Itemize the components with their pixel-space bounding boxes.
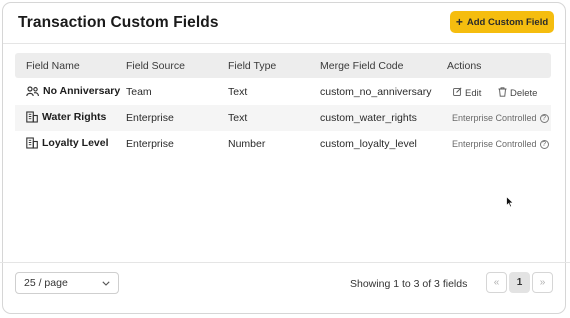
page-1-button[interactable]: 1 xyxy=(509,272,530,293)
card-header: Transaction Custom Fields + Add Custom F… xyxy=(3,3,565,44)
column-header-actions: Actions xyxy=(447,60,482,72)
edit-button[interactable]: Edit xyxy=(453,87,481,99)
add-custom-field-button[interactable]: + Add Custom Field xyxy=(450,11,554,33)
field-source: Team xyxy=(126,86,152,98)
page-title: Transaction Custom Fields xyxy=(18,14,219,31)
page-size-select[interactable]: 25 / page xyxy=(15,272,119,294)
help-icon[interactable]: ? xyxy=(539,139,549,149)
enterprise-controlled-label: Enterprise Controlled ? xyxy=(452,113,549,123)
trash-icon xyxy=(498,87,507,100)
plus-icon: + xyxy=(455,15,463,29)
footer-divider xyxy=(0,262,570,263)
building-icon xyxy=(26,111,38,123)
pagination-summary: Showing 1 to 3 of 3 fields xyxy=(350,278,468,290)
enterprise-controlled-text: Enterprise Controlled xyxy=(452,113,537,123)
merge-field-code: custom_water_rights xyxy=(320,112,417,124)
enterprise-controlled-text: Enterprise Controlled xyxy=(452,139,537,149)
field-name-cell: No Anniversary xyxy=(26,85,120,97)
delete-label: Delete xyxy=(510,88,538,99)
field-name-cell: Loyalty Level xyxy=(26,137,109,149)
enterprise-controlled-label: Enterprise Controlled ? xyxy=(452,139,549,149)
merge-field-code: custom_no_anniversary xyxy=(320,86,432,98)
edit-label: Edit xyxy=(465,87,482,99)
column-header-field-source: Field Source xyxy=(126,60,185,72)
field-type: Number xyxy=(228,138,266,150)
field-type: Text xyxy=(228,86,248,98)
field-source: Enterprise xyxy=(126,112,174,124)
table-header: Field Name Field Source Field Type Merge… xyxy=(15,53,551,78)
table-row: No Anniversary Team Text custom_no_anniv… xyxy=(15,79,551,105)
field-name: No Anniversary xyxy=(43,85,121,97)
column-header-field-name: Field Name xyxy=(26,60,80,72)
building-icon xyxy=(26,137,38,149)
delete-button[interactable]: Delete xyxy=(498,87,537,100)
merge-field-code: custom_loyalty_level xyxy=(320,138,417,150)
column-header-field-type: Field Type xyxy=(228,60,277,72)
previous-page-button[interactable]: « xyxy=(486,272,507,293)
field-name-cell: Water Rights xyxy=(26,111,106,123)
help-icon[interactable]: ? xyxy=(539,113,549,123)
mouse-cursor-icon xyxy=(506,195,515,211)
page-size-value: 25 / page xyxy=(24,277,68,289)
field-source: Enterprise xyxy=(126,138,174,150)
column-header-merge-field-code: Merge Field Code xyxy=(320,60,404,72)
field-name: Water Rights xyxy=(42,111,107,123)
table-row: Water Rights Enterprise Text custom_wate… xyxy=(15,105,551,131)
field-name: Loyalty Level xyxy=(42,137,109,149)
custom-fields-card: Transaction Custom Fields + Add Custom F… xyxy=(2,2,566,314)
add-custom-field-label: Add Custom Field xyxy=(466,16,549,28)
next-page-button[interactable]: » xyxy=(532,272,553,293)
table-row: Loyalty Level Enterprise Number custom_l… xyxy=(15,131,551,157)
chevron-down-icon xyxy=(102,277,110,289)
edit-icon xyxy=(453,87,462,99)
field-type: Text xyxy=(228,112,248,124)
people-icon xyxy=(26,85,39,97)
